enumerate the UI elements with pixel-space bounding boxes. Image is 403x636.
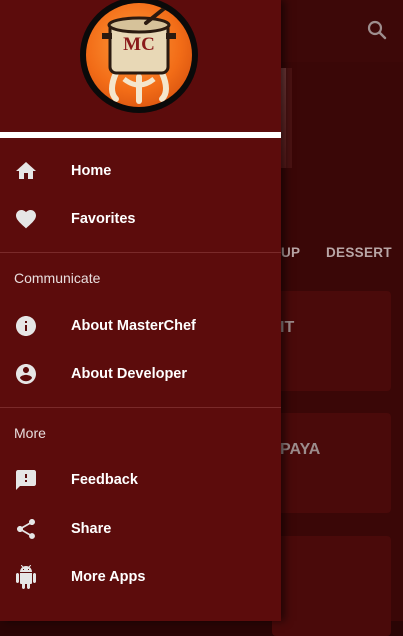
drawer-item-label: About MasterChef <box>71 318 196 334</box>
recipe-card-title: PAYA <box>280 441 321 458</box>
logo-text: MC <box>123 34 155 55</box>
android-icon <box>16 565 36 589</box>
drawer-item-share[interactable]: Share <box>0 505 281 553</box>
recipe-card-title: IT <box>280 319 295 336</box>
section-title-communicate: Communicate <box>14 270 101 286</box>
drawer-header: MC <box>0 0 281 133</box>
drawer-item-label: About Developer <box>71 366 188 382</box>
header-divider <box>0 132 281 138</box>
share-icon <box>17 519 35 539</box>
drawer-item-label: Home <box>71 163 112 179</box>
section-title-more: More <box>14 425 46 441</box>
home-icon <box>16 162 36 179</box>
drawer-item-home[interactable]: Home <box>0 147 281 195</box>
drawer-item-about-developer[interactable]: About Developer <box>0 350 281 398</box>
navigation-drawer: MC Home Favorites Communicate About Mast… <box>0 0 281 621</box>
tab-dessert[interactable]: DESSERT <box>326 245 392 260</box>
drawer-item-favorites[interactable]: Favorites <box>0 195 281 243</box>
search-button[interactable] <box>365 18 389 42</box>
search-icon <box>367 20 387 40</box>
heart-icon <box>16 210 36 229</box>
logo-badge: MC <box>86 3 192 107</box>
drawer-item-about-masterchef[interactable]: About MasterChef <box>0 302 281 350</box>
section-divider <box>0 252 281 253</box>
feedback-icon <box>16 470 36 490</box>
drawer-item-label: Share <box>71 521 112 537</box>
section-divider <box>0 407 281 408</box>
drawer-item-label: More Apps <box>71 569 146 585</box>
drawer-item-feedback[interactable]: Feedback <box>0 456 281 504</box>
drawer-item-label: Favorites <box>71 211 136 227</box>
drawer-item-label: Feedback <box>71 472 138 488</box>
info-icon <box>16 316 36 336</box>
masterchef-logo: MC <box>80 0 198 113</box>
account-circle-icon <box>16 364 36 384</box>
recipe-card[interactable] <box>272 536 391 636</box>
tab-soup[interactable]: UP <box>281 245 300 260</box>
recipe-card[interactable]: PAYA <box>272 413 391 513</box>
recipe-card[interactable]: IT <box>272 291 391 391</box>
drawer-item-more-apps[interactable]: More Apps <box>0 553 281 601</box>
